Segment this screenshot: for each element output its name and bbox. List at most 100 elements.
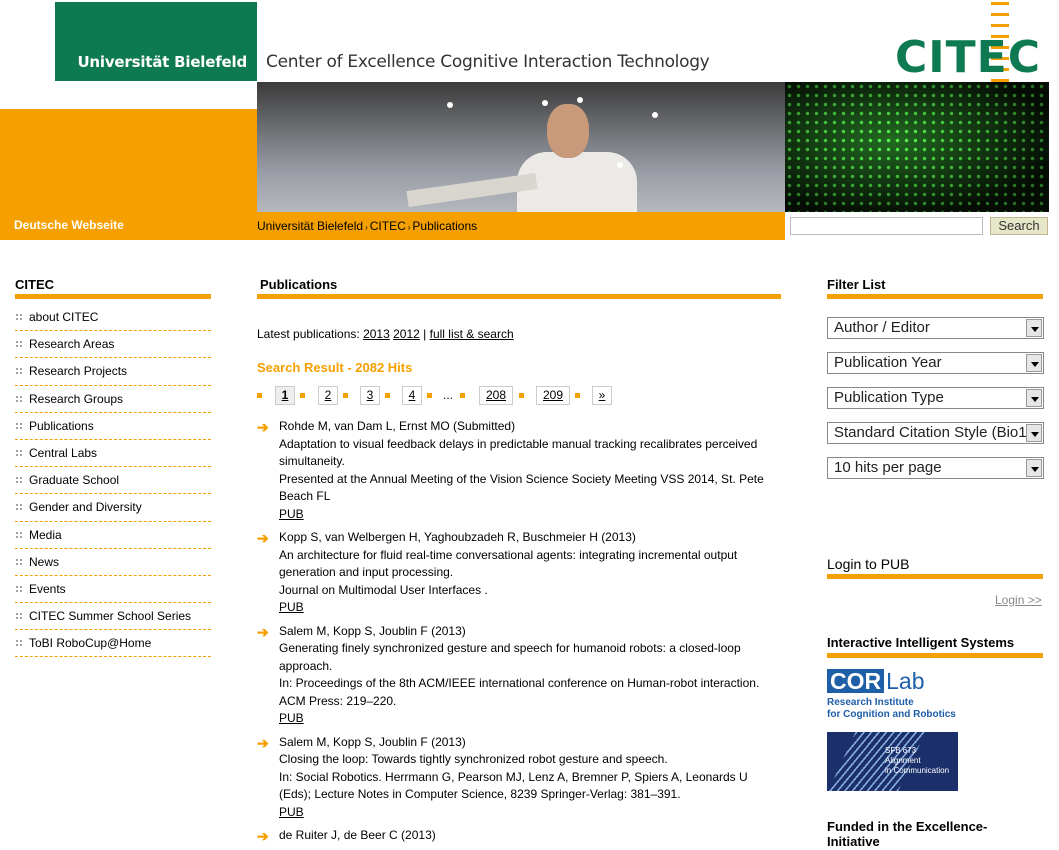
sidebar-item-label: Events [29,581,66,596]
search-input[interactable] [790,217,983,235]
sidebar-title: CITEC [15,277,54,292]
breadcrumb-citec[interactable]: CITEC [370,219,406,233]
funded-title: Funded in the Excellence-Initiative [827,819,988,849]
select-value: Standard Citation Style (Bio1) [834,424,1032,441]
publication-type-select[interactable]: Publication Type [827,387,1044,409]
login-title: Login to PUB [827,556,910,572]
latest-link-2012[interactable]: 2012 [393,327,420,341]
bullet-icon [15,476,23,485]
sidebar-item-tobi-robocup[interactable]: ToBI RoboCup@Home [15,630,211,658]
publication-title: An architecture for fluid real-time conv… [279,547,738,580]
sidebar-item-label: Media [29,527,62,542]
select-value: Publication Year [834,354,942,371]
cor-lab-logo[interactable]: COR Lab Research Institute for Cognition a… [827,668,959,722]
publication-source: Journal on Multimodal User Interfaces . [279,582,488,597]
filter-list-title: Filter List [827,277,886,292]
arrow-right-icon: ➔ [257,734,269,751]
publication-authors: Kopp S, van Welbergen H, Yaghoubzadeh R,… [279,530,636,544]
bullet-icon [15,557,23,566]
chevron-down-icon [1026,389,1042,407]
publication-item: ➔ Kopp S, van Welbergen H, Yaghoubzadeh … [257,529,777,617]
select-value: Author / Editor [834,319,930,336]
pagination-ellipsis: ... [443,388,454,402]
sfb-line2: Alignment [885,756,921,765]
sidebar-item-publications[interactable]: Publications [15,413,211,440]
login-link[interactable]: Login >> [995,593,1042,607]
cor-lab-name-b: Lab [886,668,925,694]
sidebar-item-label: News [29,554,60,569]
sidebar-item-media[interactable]: Media [15,522,211,549]
page-title-rule [257,294,781,299]
citation-style-select[interactable]: Standard Citation Style (Bio1) [827,422,1044,444]
page-1-button[interactable]: 1 [275,386,295,405]
select-value: 10 hits per page [834,459,942,476]
bullet-icon [15,367,23,376]
breadcrumb-separator-icon: › [365,223,368,232]
page-209-button[interactable]: 209 [536,386,570,405]
search-result-title: Search Result - 2082 Hits [257,360,413,375]
bullet-icon [15,584,23,593]
full-list-search-link[interactable]: full list & search [430,327,514,341]
author-editor-select[interactable]: Author / Editor [827,317,1044,339]
sidebar-item-events[interactable]: Events [15,576,211,604]
latest-link-2013[interactable]: 2013 [363,327,390,341]
site-title: Center of Excellence Cognitive Interacti… [266,52,710,72]
sidebar-item-label: about CITEC [29,310,99,325]
sidebar-item-research-groups[interactable]: Research Groups [15,386,211,413]
pub-link[interactable]: PUB [279,711,304,725]
search-button[interactable]: Search [990,217,1048,235]
page-208-button[interactable]: 208 [479,386,513,405]
filter-title-rule [827,294,1043,299]
sfb-673-logo[interactable]: SFB 673 Alignment in Communication [827,732,958,791]
sidebar-item-gender-diversity[interactable]: Gender and Diversity [15,494,211,522]
select-value: Publication Type [834,389,944,406]
sidebar-item-label: Graduate School [29,473,120,488]
publication-source: In: Proceedings of the 8th ACM/IEEE inte… [279,676,760,708]
next-page-button[interactable]: » [592,386,612,405]
sfb-line1: SFB 673 [885,746,917,755]
publication-year-select[interactable]: Publication Year [827,352,1044,374]
page-2-button[interactable]: 2 [318,386,338,405]
pub-link[interactable]: PUB [279,805,304,819]
sidebar-item-central-labs[interactable]: Central Labs [15,440,211,468]
sidebar-item-research-projects[interactable]: Research Projects [15,358,211,386]
chevron-down-icon [1026,459,1042,477]
pub-link[interactable]: PUB [279,600,304,614]
sidebar-item-label: Research Areas [29,337,115,352]
bullet-icon [15,394,23,403]
hits-per-page-select[interactable]: 10 hits per page [827,457,1044,479]
deutsche-webseite-link[interactable]: Deutsche Webseite [14,218,124,232]
publication-list: ➔ Rohde M, van Dam L, Ernst MO (Submitte… [257,418,777,845]
bullet-icon [15,421,23,430]
sidebar-item-about-citec[interactable]: about CITEC [15,304,211,332]
sidebar-item-research-areas[interactable]: Research Areas [15,331,211,359]
sidebar-item-label: Research Groups [29,391,124,406]
sidebar-item-label: Publications [29,418,94,433]
sidebar-item-graduate-school[interactable]: Graduate School [15,467,211,495]
bullet-icon [15,503,23,512]
page-4-button[interactable]: 4 [402,386,422,405]
cor-lab-sub2: for Cognition and Robotics [827,709,956,720]
publication-authors: Salem M, Kopp S, Joublin F (2013) [279,623,466,638]
page-3-button[interactable]: 3 [360,386,380,405]
sidebar-item-label: Gender and Diversity [29,500,142,515]
sfb-line3: in Communication [885,766,950,775]
publication-source: Presented at the Annual Meeting of the V… [279,471,764,504]
arrow-right-icon: ➔ [257,623,269,640]
arrow-right-icon: ➔ [257,530,269,546]
publication-item: ➔ Salem M, Kopp S, Joublin F (2013) Gene… [257,623,777,728]
breadcrumb-universitaet[interactable]: Universität Bielefeld [257,219,363,233]
sidebar-title-rule [15,294,211,299]
pub-link[interactable]: PUB [279,507,304,521]
header-photo-green-lights [785,82,1049,212]
person-figure [517,104,637,212]
sidebar-item-summer-school[interactable]: CITEC Summer School Series [15,603,211,631]
university-logo[interactable]: Universität Bielefeld [55,2,257,81]
breadcrumb-bar: Universität Bielefeld › CITEC › Publications [257,212,785,240]
sidebar-item-label: Central Labs [29,446,98,461]
bullet-icon [15,340,23,349]
sidebar-item-news[interactable]: News [15,549,211,576]
breadcrumb-publications[interactable]: Publications [412,219,477,233]
publication-title: Closing the loop: Towards tightly synchr… [279,752,668,766]
header-photo-person [257,82,785,212]
